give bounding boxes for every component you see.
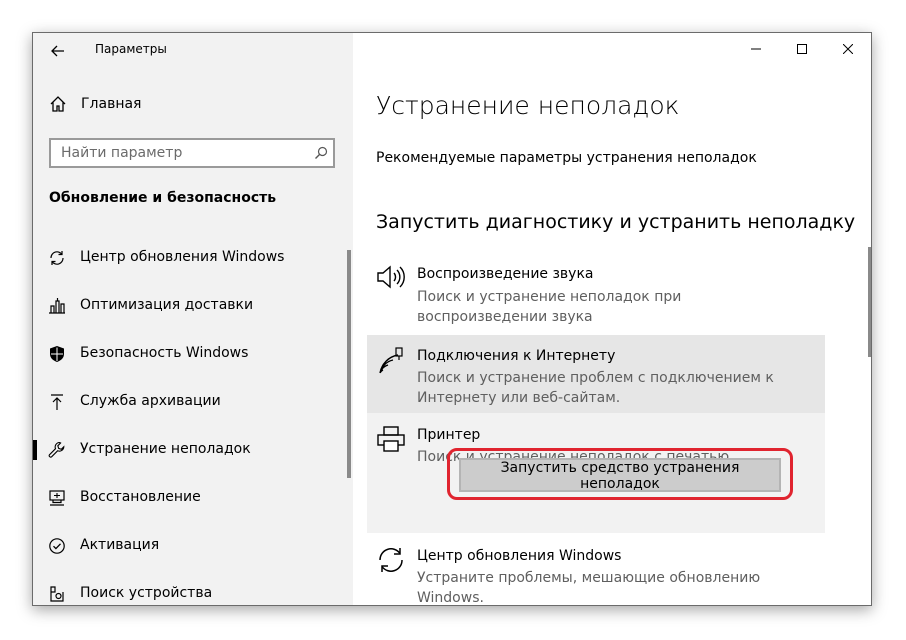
main-scrollbar[interactable] [868, 247, 871, 357]
recovery-icon [47, 488, 67, 508]
troubleshooter-description: Поиск и устранение проблем с подключение… [417, 370, 774, 406]
sidebar-item-find-device[interactable]: Поиск устройства [33, 574, 353, 605]
backup-arrow-icon [47, 392, 67, 412]
troubleshooter-description: Устраните проблемы, мешающие обновлению … [417, 570, 761, 606]
close-icon [843, 44, 853, 54]
troubleshooter-audio[interactable]: Воспроизведение звука Поиск и устранение… [367, 257, 825, 329]
sidebar-item-troubleshoot[interactable]: Устранение неполадок [33, 430, 353, 470]
settings-window: Параметры Главная Обновление и безопасно… [32, 32, 872, 606]
troubleshooter-description: Поиск и устранение неполадок при воспрои… [417, 289, 682, 325]
back-arrow-icon [51, 45, 64, 57]
find-device-icon [47, 584, 67, 604]
refresh-icon [47, 248, 67, 268]
home-link[interactable]: Главная [49, 95, 141, 113]
troubleshooter-windows-update[interactable]: Центр обновления Windows Устраните пробл… [367, 538, 825, 605]
refresh-icon [375, 544, 407, 576]
sidebar-item-label: Центр обновления Windows [80, 249, 285, 265]
search-box[interactable] [49, 138, 335, 168]
check-circle-icon [47, 536, 67, 556]
speaker-icon [375, 261, 407, 293]
sidebar-item-recovery[interactable]: Восстановление [33, 478, 353, 518]
page-title: Устранение неполадок [376, 91, 680, 120]
sidebar-item-backup[interactable]: Служба архивации [33, 382, 353, 422]
troubleshooter-internet[interactable]: Подключения к Интернету Поиск и устранен… [367, 335, 825, 413]
sidebar-item-windows-security[interactable]: Безопасность Windows [33, 334, 353, 374]
maximize-button[interactable] [779, 35, 825, 63]
sidebar-item-label: Восстановление [80, 489, 201, 505]
minimize-icon [751, 48, 761, 50]
wrench-icon [47, 440, 67, 460]
close-button[interactable] [825, 35, 871, 63]
sidebar-item-label: Служба архивации [80, 393, 221, 409]
sidebar-item-label: Устранение неполадок [80, 441, 251, 457]
run-troubleshooter-button[interactable]: Запустить средство устранения неполадок [459, 458, 781, 492]
sidebar-item-activation[interactable]: Активация [33, 526, 353, 566]
selection-indicator [33, 440, 37, 460]
delivery-icon [47, 296, 67, 316]
sidebar-item-label: Поиск устройства [80, 585, 213, 601]
troubleshooter-title: Подключения к Интернету [417, 348, 616, 364]
section-title: Обновление и безопасность [49, 190, 277, 206]
app-title: Параметры [95, 42, 167, 56]
printer-icon [375, 423, 407, 455]
troubleshooter-title: Воспроизведение звука [417, 266, 594, 282]
troubleshooter-title: Принтер [417, 427, 481, 443]
maximize-icon [797, 44, 807, 54]
sidebar-item-label: Оптимизация доставки [80, 297, 254, 313]
search-input[interactable] [51, 145, 309, 161]
section-heading: Запустить диагностику и устранить непола… [376, 211, 856, 233]
shield-icon [47, 344, 67, 364]
wifi-icon [375, 345, 407, 377]
sidebar-item-label: Безопасность Windows [80, 345, 249, 361]
main-content: Устранение неполадок Рекомендуемые парам… [353, 33, 871, 605]
sidebar-item-delivery-optimization[interactable]: Оптимизация доставки [33, 286, 353, 326]
home-icon [50, 96, 66, 112]
troubleshooter-title: Центр обновления Windows [417, 548, 622, 564]
home-label: Главная [81, 96, 142, 112]
recommended-settings-link[interactable]: Рекомендуемые параметры устранения непол… [376, 150, 757, 166]
sidebar: Параметры Главная Обновление и безопасно… [33, 33, 353, 605]
sidebar-item-label: Активация [80, 537, 160, 553]
back-button[interactable] [45, 39, 71, 63]
search-icon[interactable] [309, 141, 333, 165]
sidebar-scrollbar[interactable] [347, 250, 351, 478]
sidebar-item-windows-update[interactable]: Центр обновления Windows [33, 238, 353, 278]
minimize-button[interactable] [733, 35, 779, 63]
